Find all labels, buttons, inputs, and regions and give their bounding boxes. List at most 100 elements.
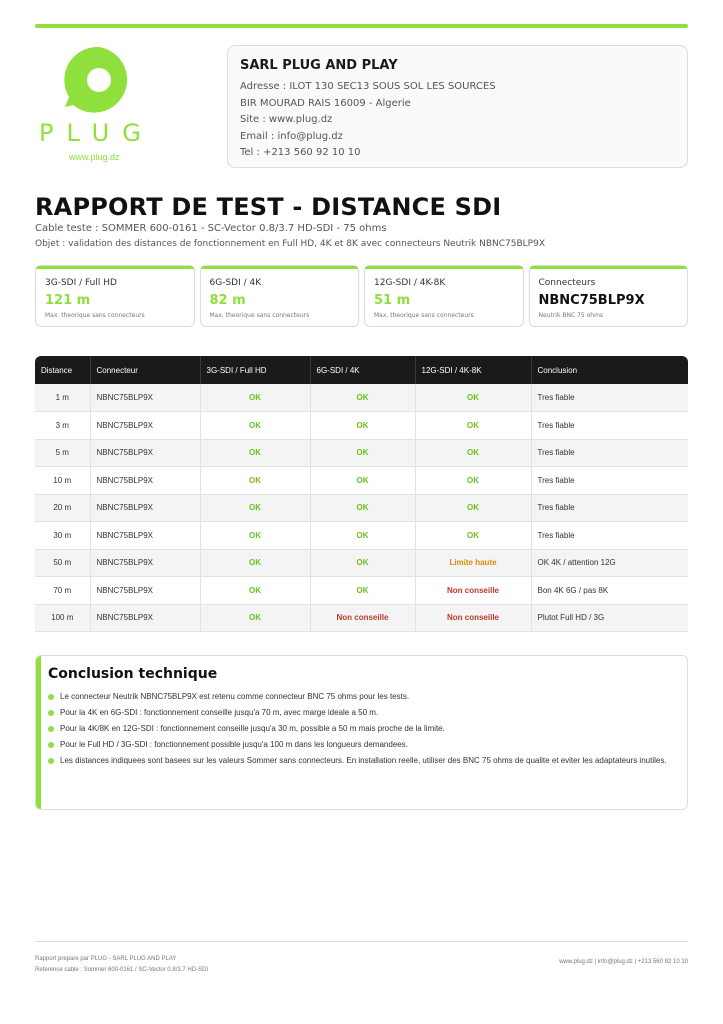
cell-distance: 100 m (35, 604, 90, 632)
footer-cable-ref: Reference cable : Sommer 600-0161 / SC-V… (35, 967, 209, 973)
conclusion-list: Le connecteur Neutrik NBNC75BLP9X est re… (48, 691, 675, 767)
cell-conclusion: Tres fiable (530, 494, 688, 522)
cell-12g-status: OK (414, 439, 531, 467)
cell-connecteur: NBNC75BLP9X (89, 411, 200, 440)
kpi-label: 3G-SDI / Full HD (45, 278, 117, 288)
status-label: Non conseille (446, 613, 499, 623)
cell-conclusion: Tres fiable (530, 466, 688, 495)
footer-prepared-by: Rapport prepare par PLUG - SARL PLUG AND… (35, 956, 177, 962)
conclusion-accent-bar (36, 656, 41, 809)
kpi-value: 121 m (45, 293, 91, 308)
table-row: 20 m NBNC75BLP9X OK OK OK Tres fiable (35, 494, 688, 522)
status-label: OK (356, 558, 369, 568)
plug-logo: PLUG www.plug.dz (35, 45, 175, 170)
company-email[interactable]: Email : info@plug.dz (240, 129, 675, 146)
company-address-2: BIR MOURAD RAIS 16009 - Algerie (240, 97, 411, 109)
status-label: OK (249, 558, 261, 568)
status-label: OK (467, 475, 479, 485)
table-row: 100 m NBNC75BLP9X OK Non conseille Non conse… (35, 604, 688, 632)
cell-conclusion: OK 4K / attention 12G (530, 549, 688, 577)
status-label: OK (356, 585, 369, 595)
conclusion-item: Pour la 4K en 6G-SDI : fonctionnement co… (48, 707, 675, 719)
conclusion-item: Pour la 4K/8K en 12G-SDI : fonctionnemen… (48, 723, 675, 735)
cell-conclusion: Bon 4K 6G / pas 8K (530, 576, 688, 605)
table-body: 1 m NBNC75BLP9X OK OK OK Tres fiable 3 m NBNC75… (35, 384, 688, 632)
status-label: OK (249, 393, 261, 402)
bullet-icon (48, 726, 54, 732)
cell-6g-status: OK (309, 549, 415, 577)
top-accent-bar (35, 24, 688, 28)
results-table: Distance Connecteur 3G-SDI / Full HD 6G-… (35, 356, 688, 632)
status-label: OK (356, 420, 369, 430)
table-row: 70 m NBNC75BLP9X OK OK Non conseille Bon 4K 6… (35, 576, 688, 605)
report-objet: Objet : validation des distances de fonc… (35, 239, 545, 249)
footer-contact: www.plug.dz | info@plug.dz | +213 560 92… (559, 959, 688, 965)
cell-distance: 3 m (35, 411, 90, 440)
cell-connecteur: NBNC75BLP9X (89, 439, 200, 467)
cell-3g-status: OK (199, 576, 310, 605)
cell-6g-status: OK (309, 384, 415, 412)
cell-6g-status: OK (309, 439, 415, 467)
cell-connecteur: NBNC75BLP9X (89, 494, 200, 522)
cell-connecteur: NBNC75BLP9X (89, 384, 200, 412)
status-label: OK (249, 530, 261, 540)
kpi-value: 51 m (374, 293, 411, 308)
table-row: 5 m NBNC75BLP9X OK OK OK Tres fiable (35, 439, 688, 467)
bullet-icon (48, 710, 54, 716)
cell-6g-status: OK (309, 466, 415, 495)
bullet-icon (48, 742, 54, 748)
cell-connecteur: NBNC75BLP9X (89, 576, 200, 605)
kpi-card-3g: 3G-SDI / Full HD 121 m Max. theorique sa… (35, 265, 195, 327)
kpi-value: NBNC75BLP9X (538, 293, 645, 308)
status-label: OK (249, 503, 261, 513)
table-header-row: Distance Connecteur 3G-SDI / Full HD 6G-… (35, 356, 688, 384)
kpi-label: 12G-SDI / 4K-8K (374, 278, 446, 288)
status-label: OK (249, 420, 261, 430)
plug-logo-mark (64, 46, 128, 113)
company-site[interactable]: Site : www.plug.dz (240, 112, 675, 129)
kpi-label: Connecteurs (538, 278, 596, 288)
kpi-accent (365, 266, 523, 269)
cell-connecteur: NBNC75BLP9X (89, 466, 200, 495)
status-label: Non conseille (446, 585, 499, 595)
cell-conclusion: Tres fiable (530, 521, 688, 550)
header-3g: 3G-SDI / Full HD (200, 356, 311, 384)
cell-12g-status: OK (414, 466, 531, 495)
cell-12g-status: OK (414, 521, 531, 550)
cell-6g-status: OK (309, 576, 415, 605)
cell-distance: 10 m (35, 466, 90, 495)
header-distance: Distance (35, 356, 91, 384)
kpi-accent (529, 266, 687, 269)
cell-3g-status: OK (199, 521, 310, 550)
status-label: OK (249, 585, 261, 595)
cell-12g-status: OK (414, 411, 531, 440)
company-name: SARL PLUG AND PLAY (240, 58, 398, 73)
status-label: Limite haute (449, 558, 497, 568)
bullet-icon (48, 758, 54, 764)
kpi-note: Max. theorique sans connecteurs (209, 312, 310, 319)
cell-connecteur: NBNC75BLP9X (89, 604, 200, 632)
status-label: OK (249, 448, 261, 458)
kpi-note: Max. theorique sans connecteurs (374, 312, 474, 319)
cell-conclusion: Tres fiable (530, 439, 688, 467)
cell-12g-status: Non conseille (414, 576, 531, 605)
bullet-icon (48, 694, 54, 700)
status-label: OK (467, 420, 479, 430)
cell-12g-status: Limite haute (414, 549, 531, 577)
cell-6g-status: OK (309, 521, 415, 550)
header-connecteur: Connecteur (90, 356, 201, 384)
cell-12g-status: Non conseille (414, 604, 531, 632)
status-label: OK (356, 503, 369, 513)
kpi-label: 6G-SDI / 4K (209, 278, 262, 288)
kpi-card-6g: 6G-SDI / 4K 82 m Max. theorique sans con… (199, 265, 359, 327)
table-row: 50 m NBNC75BLP9X OK OK Limite haute OK 4K / a… (35, 549, 688, 577)
company-card: SARL PLUG AND PLAY Adresse : ILOT 130 SE… (227, 45, 688, 168)
report-cable: Cable teste : SOMMER 600-0161 - SC-Vecto… (35, 223, 387, 234)
conclusion-item-text: Pour la 4K/8K en 12G-SDI : fonctionnemen… (60, 724, 445, 733)
cell-distance: 20 m (35, 494, 90, 522)
footer-divider (35, 941, 688, 942)
header-12g: 12G-SDI / 4K-8K (415, 356, 532, 384)
cell-connecteur: NBNC75BLP9X (89, 549, 200, 577)
conclusion-card: Conclusion technique Le connecteur Neutr… (35, 655, 688, 810)
kpi-accent (36, 266, 194, 269)
